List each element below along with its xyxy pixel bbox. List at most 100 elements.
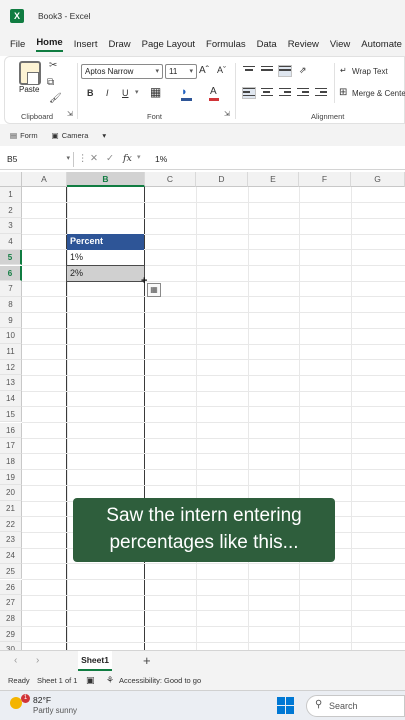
bold-button[interactable]: B — [87, 88, 94, 98]
cancel-icon[interactable]: ✕ — [90, 153, 98, 164]
windows-start-icon[interactable] — [277, 697, 294, 714]
shrink-font-button[interactable]: Aˇ — [217, 65, 226, 75]
row-header-28[interactable]: 28 — [0, 610, 22, 627]
sheet-tab-sheet1[interactable]: Sheet1 — [78, 651, 112, 671]
cell-b4[interactable]: Percent — [67, 234, 144, 250]
wrap-text-icon[interactable]: ↵ — [340, 66, 347, 75]
tab-draw[interactable]: Draw — [108, 39, 130, 50]
row-header-3[interactable]: 3 — [0, 218, 22, 235]
column-header-e[interactable]: E — [248, 172, 299, 187]
row-header-22[interactable]: 22 — [0, 516, 22, 533]
fill-color-icon[interactable]: ◗ — [181, 86, 188, 98]
decrease-indent-icon[interactable] — [297, 88, 309, 98]
font-color-icon[interactable]: A — [210, 86, 217, 97]
chevron-down-icon[interactable]: ▾ — [137, 153, 141, 161]
increase-indent-icon[interactable] — [315, 88, 327, 98]
borders-icon[interactable]: ▦ — [150, 85, 161, 99]
format-painter-icon[interactable]: 🖌 — [49, 93, 62, 104]
insert-function-button[interactable]: fx — [123, 153, 132, 164]
tab-view[interactable]: View — [330, 39, 350, 50]
tab-automate[interactable]: Automate — [361, 39, 402, 50]
select-all-corner[interactable] — [0, 172, 22, 187]
row-header-13[interactable]: 13 — [0, 375, 22, 392]
row-header-27[interactable]: 27 — [0, 595, 22, 611]
tab-page-layout[interactable]: Page Layout — [142, 39, 195, 50]
excel-logo-icon[interactable]: X — [10, 9, 24, 23]
row-header-6[interactable]: 6 — [0, 265, 22, 282]
tab-file[interactable]: File — [10, 39, 25, 50]
cell-b5[interactable]: 1% — [67, 250, 144, 266]
column-header-g[interactable]: G — [351, 172, 405, 187]
column-header-d[interactable]: D — [196, 172, 248, 187]
row-header-1[interactable]: 1 — [0, 187, 22, 203]
row-header-8[interactable]: 8 — [0, 296, 22, 313]
form-icon[interactable]: ▤ — [10, 131, 17, 140]
wrap-text-button[interactable]: Wrap Text — [352, 67, 388, 76]
align-top-icon[interactable] — [243, 66, 255, 76]
accessibility-icon[interactable]: ⚘ — [106, 675, 114, 686]
row-header-10[interactable]: 10 — [0, 328, 22, 344]
italic-button[interactable]: I — [106, 88, 109, 98]
row-header-23[interactable]: 23 — [0, 532, 22, 549]
align-center-icon[interactable] — [261, 88, 273, 98]
align-bottom-icon[interactable] — [278, 65, 292, 77]
quick-analysis-icon[interactable]: ▦ — [147, 283, 161, 297]
row-header-5[interactable]: 5 — [0, 249, 22, 266]
paste-icon[interactable] — [19, 61, 41, 85]
tab-data[interactable]: Data — [257, 39, 277, 50]
column-header-c[interactable]: C — [145, 172, 196, 187]
tab-formulas[interactable]: Formulas — [206, 39, 246, 50]
row-header-18[interactable]: 18 — [0, 453, 22, 470]
orientation-icon[interactable]: ⇗ — [299, 65, 307, 76]
row-header-26[interactable]: 26 — [0, 579, 22, 596]
clipboard-launcher-icon[interactable]: ⇲ — [67, 110, 73, 118]
row-header-24[interactable]: 24 — [0, 548, 22, 564]
align-middle-icon[interactable] — [261, 66, 273, 76]
tab-insert[interactable]: Insert — [74, 39, 98, 50]
font-size-select[interactable]: 11 ▾ — [165, 64, 197, 79]
column-header-b[interactable]: B — [67, 172, 145, 187]
name-box[interactable]: B5 ▾ — [4, 152, 74, 167]
row-header-12[interactable]: 12 — [0, 359, 22, 376]
enter-icon[interactable]: ✓ — [106, 153, 114, 164]
formula-input[interactable]: 1% — [155, 154, 167, 164]
next-sheet-icon[interactable]: › — [36, 655, 39, 666]
row-header-7[interactable]: 7 — [0, 281, 22, 297]
align-left-icon[interactable] — [242, 87, 256, 99]
taskbar-search[interactable]: ⚲ Search — [306, 695, 405, 717]
form-button[interactable]: Form — [20, 131, 38, 140]
camera-icon[interactable]: ▣ — [52, 131, 59, 140]
row-header-25[interactable]: 25 — [0, 563, 22, 580]
paste-button[interactable]: Paste — [19, 85, 39, 94]
row-header-20[interactable]: 20 — [0, 485, 22, 501]
chevron-down-icon[interactable]: ▾ — [135, 88, 139, 96]
row-header-29[interactable]: 29 — [0, 626, 22, 643]
row-header-30[interactable]: 30 — [0, 642, 22, 650]
font-launcher-icon[interactable]: ⇲ — [224, 110, 230, 118]
row-header-17[interactable]: 17 — [0, 438, 22, 454]
row-header-16[interactable]: 16 — [0, 422, 22, 439]
add-sheet-button[interactable]: + — [143, 653, 151, 668]
row-header-15[interactable]: 15 — [0, 406, 22, 423]
cell-b6[interactable]: 2% — [66, 265, 145, 282]
row-header-21[interactable]: 21 — [0, 501, 22, 517]
weather-icon[interactable]: 1 — [10, 694, 30, 711]
row-header-14[interactable]: 14 — [0, 391, 22, 407]
tab-home[interactable]: Home — [36, 37, 63, 52]
tab-review[interactable]: Review — [288, 39, 319, 50]
grow-font-button[interactable]: Aˆ — [199, 65, 209, 76]
prev-sheet-icon[interactable]: ‹ — [14, 655, 17, 666]
font-family-select[interactable]: Aptos Narrow ▾ — [81, 64, 163, 79]
underline-button[interactable]: U — [122, 88, 129, 98]
row-header-11[interactable]: 11 — [0, 344, 22, 360]
row-header-19[interactable]: 19 — [0, 469, 22, 486]
worksheet-grid[interactable]: A B C D E F G 1 2 3 4 5 6 7 8 9 10 11 12 13 14 15 16 17 1… — [0, 172, 405, 650]
align-right-icon[interactable] — [279, 88, 291, 98]
row-header-9[interactable]: 9 — [0, 312, 22, 329]
copy-icon[interactable]: ⧉ — [47, 77, 54, 88]
column-header-f[interactable]: F — [299, 172, 351, 187]
column-header-a[interactable]: A — [22, 172, 67, 187]
status-accessibility[interactable]: Accessibility: Good to go — [119, 676, 201, 685]
camera-button[interactable]: Camera — [62, 131, 89, 140]
row-header-2[interactable]: 2 — [0, 202, 22, 219]
